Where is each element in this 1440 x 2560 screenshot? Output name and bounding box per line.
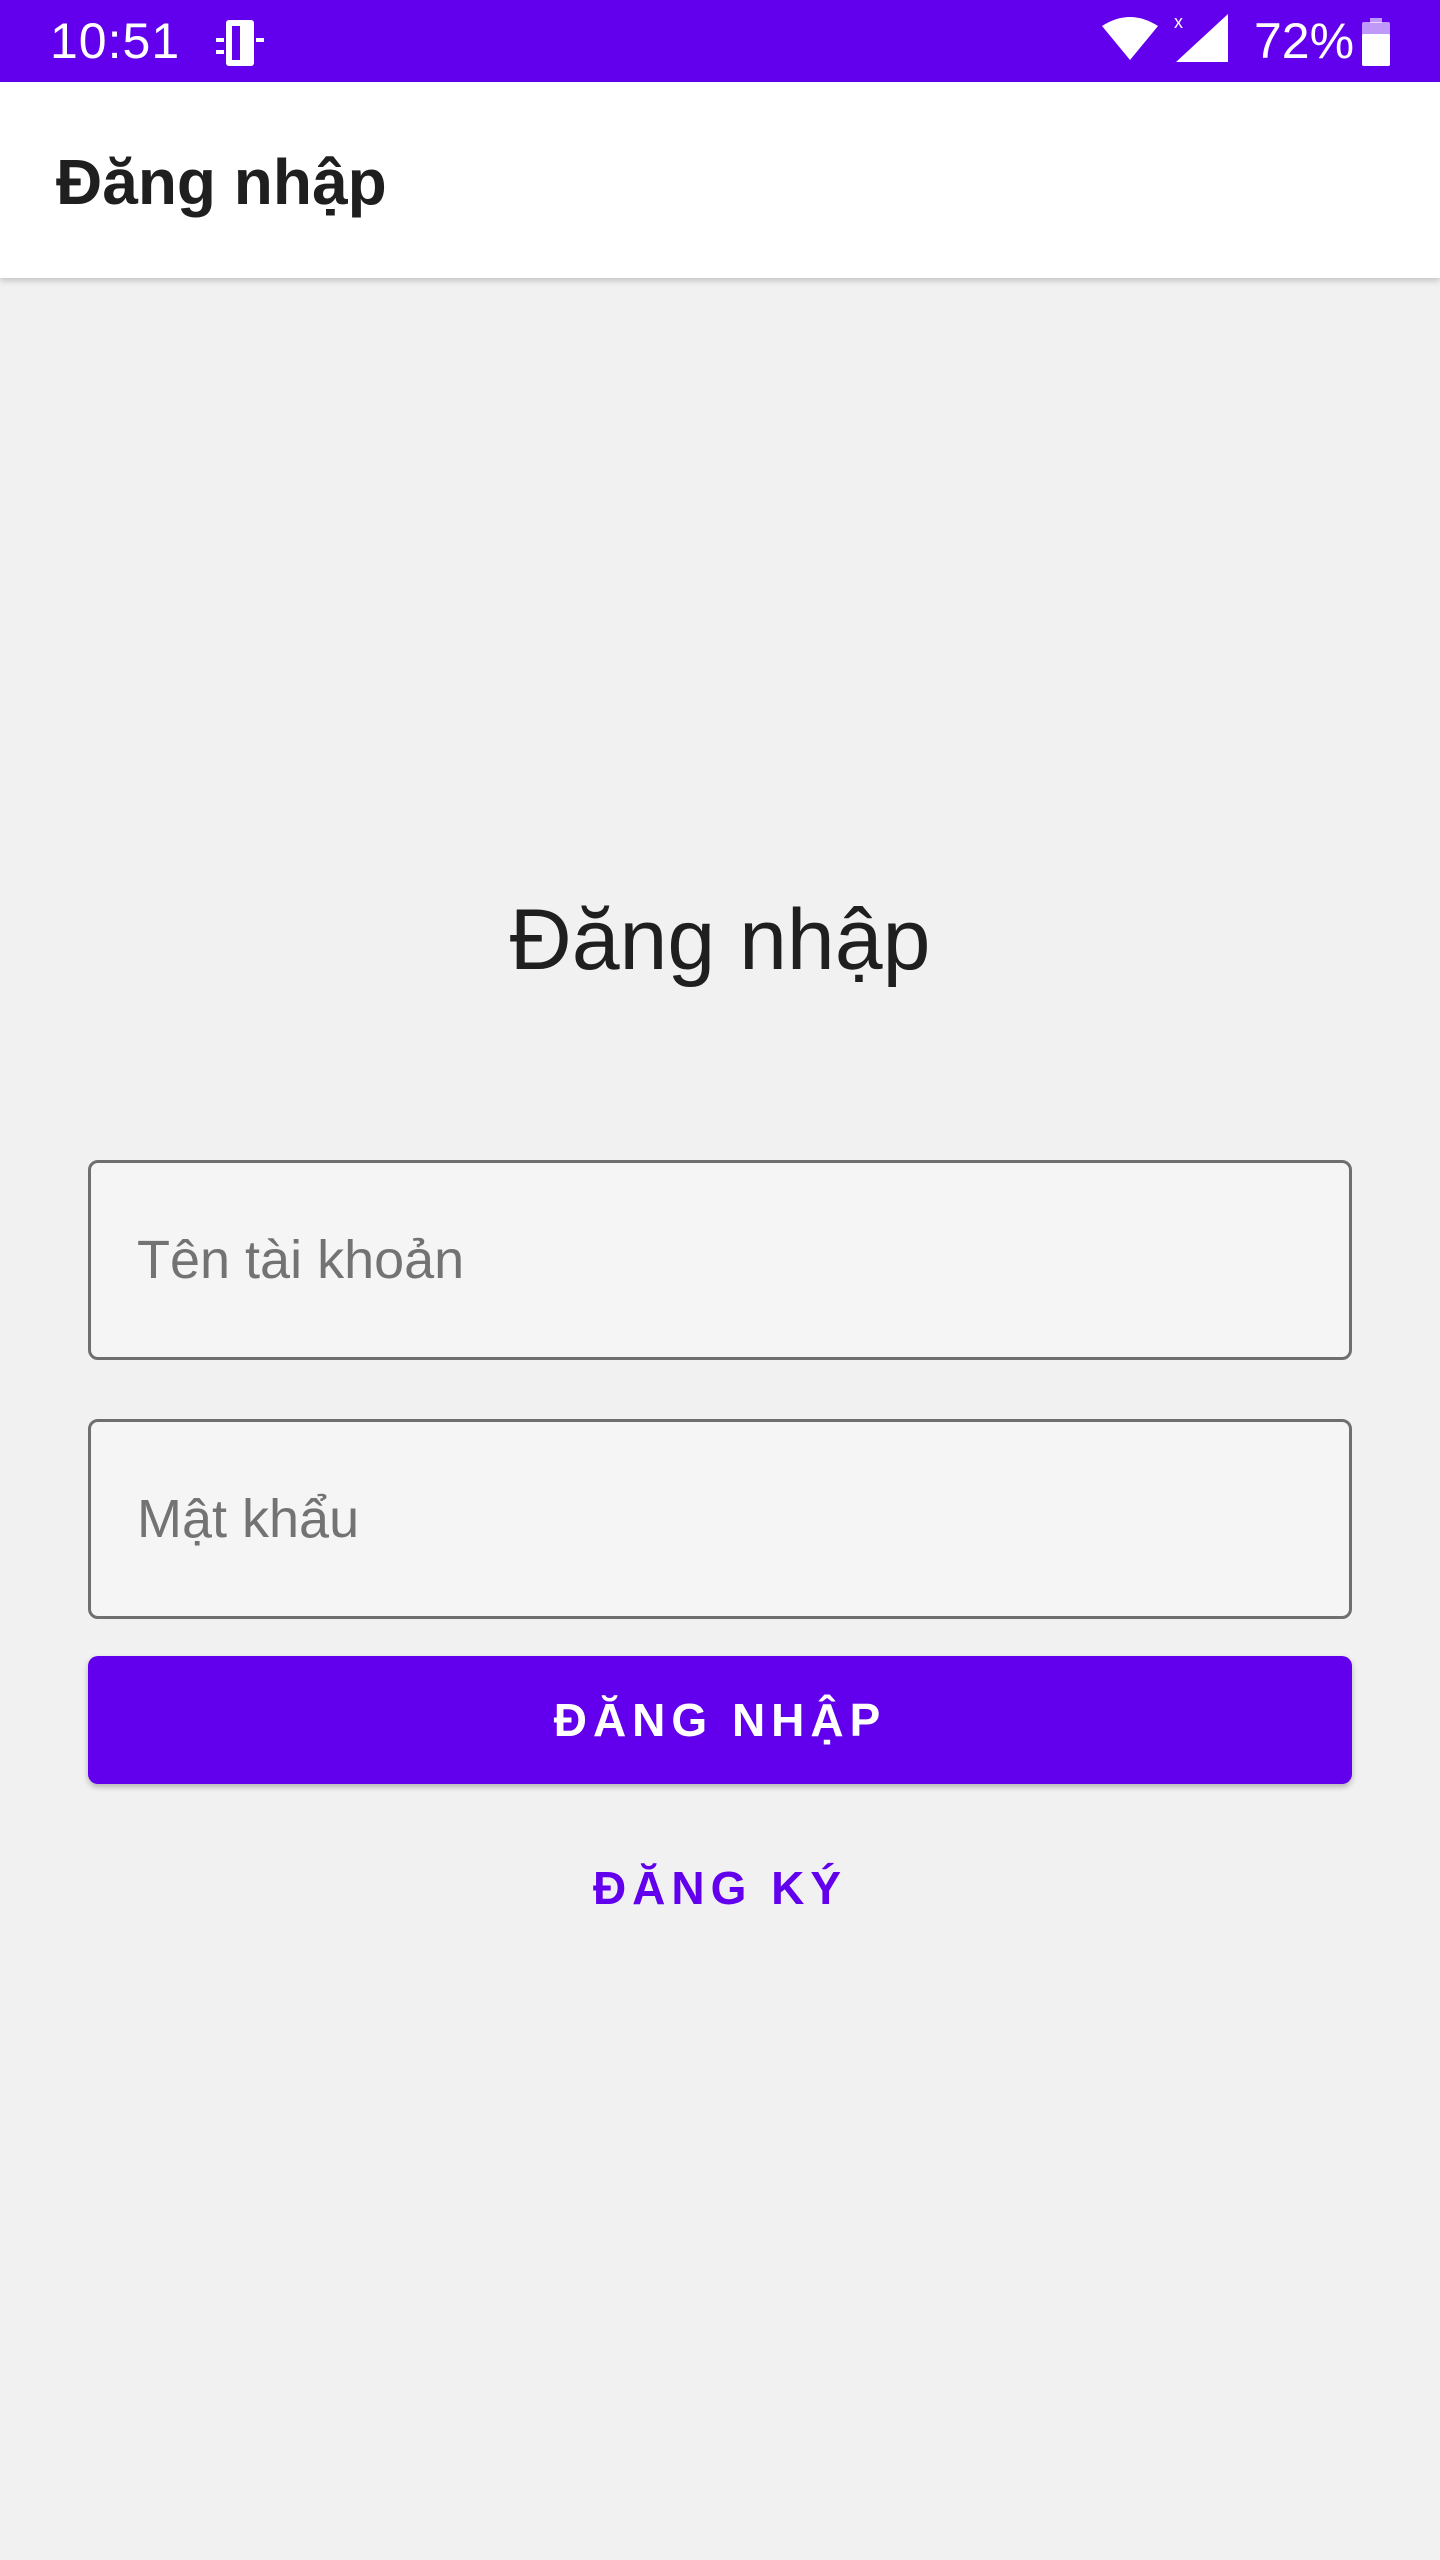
wifi-icon <box>1102 17 1158 60</box>
login-button[interactable]: ĐĂNG NHẬP <box>88 1656 1352 1784</box>
username-field[interactable] <box>88 1160 1352 1360</box>
password-field[interactable] <box>88 1419 1352 1619</box>
device-notification-icon <box>216 20 264 66</box>
username-input[interactable] <box>137 1163 1297 1357</box>
svg-text:x: x <box>1174 12 1183 32</box>
battery-percent: 72% <box>1254 13 1355 69</box>
status-time: 10:51 <box>50 13 181 69</box>
status-bar: 10:51 x 72% <box>0 0 1440 82</box>
cell-signal-icon: x <box>1174 12 1228 62</box>
login-heading: Đăng nhập <box>509 892 931 988</box>
password-input[interactable] <box>137 1422 1297 1616</box>
app-bar-title: Đăng nhập <box>56 146 387 218</box>
battery-icon <box>1362 18 1390 66</box>
register-button[interactable]: ĐĂNG KÝ <box>520 1838 920 1938</box>
app-bar: Đăng nhập <box>0 82 1440 278</box>
